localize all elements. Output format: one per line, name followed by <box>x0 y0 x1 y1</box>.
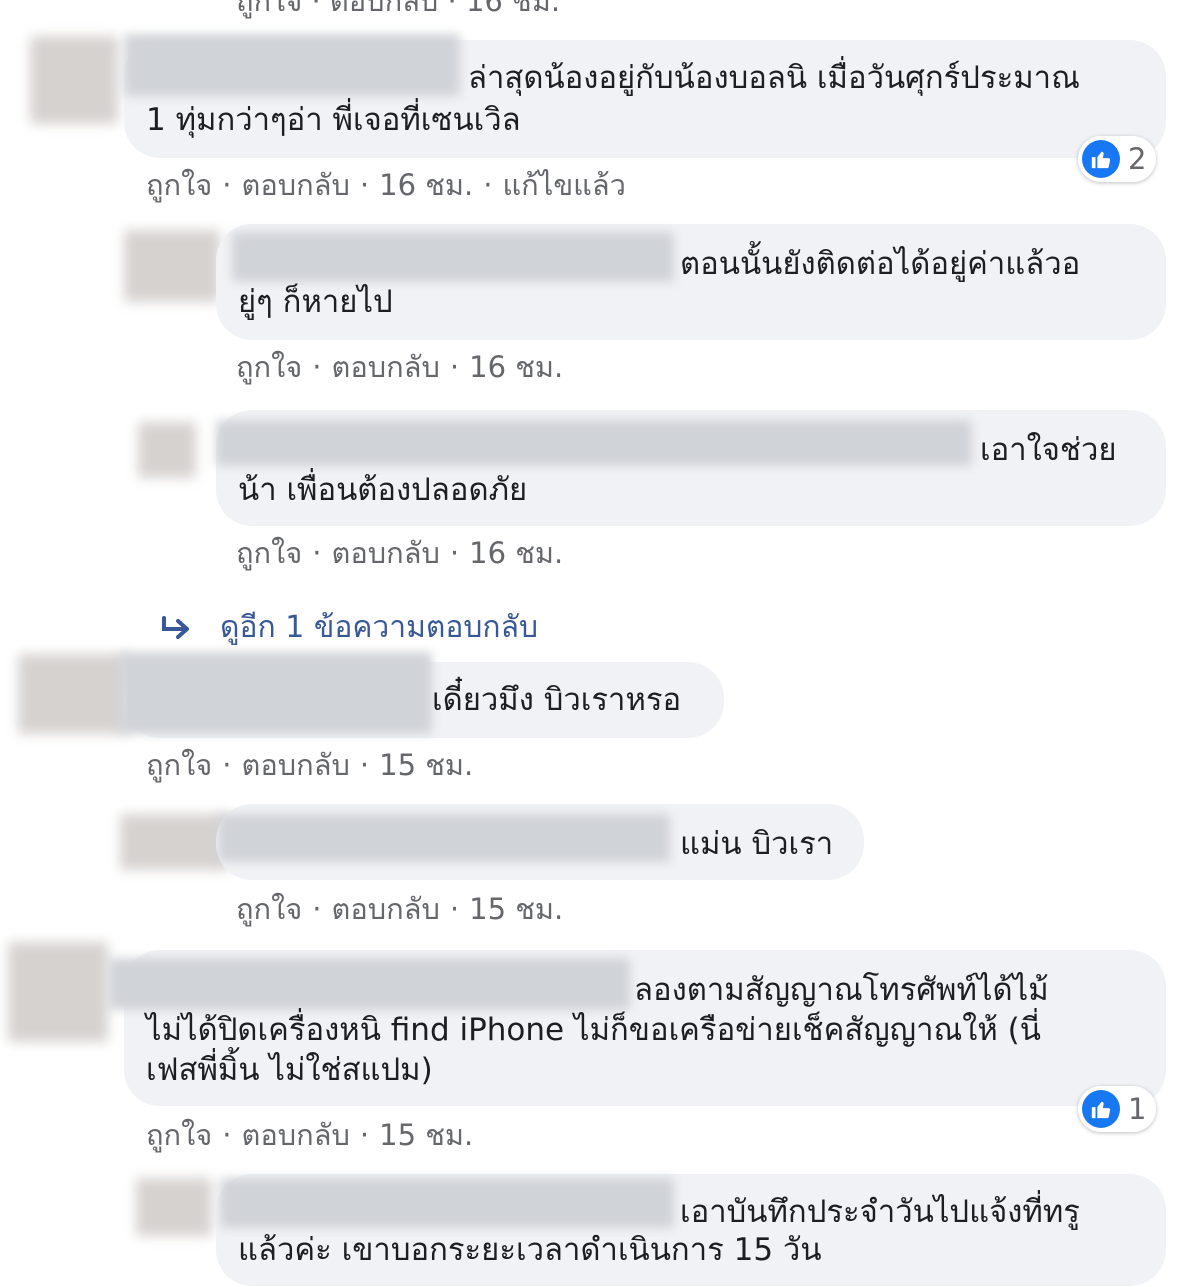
comment-text: เอาบันทึกประจำวันไปแจ้งที่ทรู <box>680 1194 1080 1230</box>
comment-text: แม่น บิวเรา <box>680 826 834 862</box>
avatar[interactable] <box>138 422 196 478</box>
separator: · <box>359 168 370 202</box>
commenter-name-blurred[interactable] <box>216 420 972 466</box>
comment-actions: ถูกใจ · ตอบกลับ · 16 ชม. <box>236 530 563 576</box>
like-link[interactable]: ถูกใจ <box>236 344 302 390</box>
like-link[interactable]: ถูกใจ <box>146 742 212 788</box>
reply-arrow-icon <box>162 615 189 639</box>
separator: · <box>449 536 460 570</box>
reply-link[interactable]: ตอบกลับ <box>332 886 440 932</box>
avatar[interactable] <box>30 36 118 124</box>
commenter-name-blurred[interactable] <box>218 814 670 862</box>
comment-text: ตอนนั้นยังติดต่อได้อยู่ค่าแล้วอ <box>680 246 1081 282</box>
reply-link[interactable]: ตอบกลับ <box>242 742 350 788</box>
comment-text: เดี๋ยวมึง บิวเราหรอ <box>432 682 682 718</box>
separator: · <box>483 168 493 202</box>
comment-text: แล้วค่ะ เขาบอกระยะเวลาดำเนินการ 15 วัน <box>238 1232 822 1268</box>
commenter-name-blurred[interactable] <box>232 232 674 282</box>
separator: · <box>312 892 322 926</box>
view-more-replies-link[interactable]: ดูอีก 1 ข้อความตอบกลับ <box>160 604 538 651</box>
reply-link[interactable]: ตอบกลับ <box>332 530 440 576</box>
reply-link[interactable]: ตอบกลับ <box>332 344 440 390</box>
comment-text: ยู่ๆ ก็หายไป <box>238 284 393 320</box>
like-link[interactable]: ถูกใจ <box>236 886 302 932</box>
comment-text: เฟสพี่มิ้น ไม่ใช่สแปม) <box>146 1052 433 1088</box>
separator: · <box>449 350 460 384</box>
like-link[interactable]: ถูกใจ <box>236 530 302 576</box>
separator: · <box>222 168 232 202</box>
comment-actions: ถูกใจ · ตอบกลับ · 15 ชม. <box>146 1112 473 1158</box>
comment-text: เอาใจช่วย <box>980 432 1117 468</box>
comment-text: 1 ทุ่มกว่าๆอ่า พี่เจอที่เซนเวิล <box>146 102 521 138</box>
view-more-replies-label: ดูอีก 1 ข้อความตอบกลับ <box>220 610 539 645</box>
comment-text: ลองตามสัญญาณโทรศัพท์ได้ไม้ <box>634 972 1049 1008</box>
avatar[interactable] <box>124 230 220 302</box>
avatar[interactable] <box>136 1178 212 1236</box>
thumbs-up-icon <box>1082 1090 1120 1128</box>
reaction-count: 1 <box>1128 1092 1147 1126</box>
avatar[interactable] <box>8 942 108 1042</box>
commenter-name-blurred[interactable] <box>220 1178 674 1228</box>
comment-text: ไม่ได้ปิดเครื่องหนิ find iPhone ไม่ก็ขอเ… <box>146 1012 1041 1048</box>
separator: · <box>449 892 460 926</box>
thumbs-up-icon <box>1082 140 1120 178</box>
commenter-name-blurred[interactable] <box>120 652 432 734</box>
reply-link[interactable]: ตอบกลับ <box>242 1112 350 1158</box>
avatar[interactable] <box>18 654 128 734</box>
timestamp[interactable]: 15 ชม. <box>379 1112 473 1158</box>
separator: · <box>312 536 322 570</box>
timestamp[interactable]: 16 ชม. <box>379 162 473 208</box>
comment-text: น้า เพื่อนต้องปลอดภัย <box>238 472 528 508</box>
comment-actions: ถูกใจ · ตอบกลับ · 16 ชม. <box>236 344 563 390</box>
reply-link[interactable]: ตอบกลับ <box>242 162 350 208</box>
reaction-badge[interactable]: 2 <box>1078 136 1157 182</box>
comment-actions: ถูกใจ · ตอบกลับ · 15 ชม. <box>146 742 473 788</box>
edited-label[interactable]: แก้ไขแล้ว <box>502 162 625 208</box>
comment-actions: ถูกใจ · ตอบกลับ · 16 ชม. · แก้ไขแล้ว <box>146 162 626 208</box>
separator: · <box>359 748 370 782</box>
commenter-name-blurred[interactable] <box>124 34 460 96</box>
partial-actions-text: ถูกใจ · ตอบกลับ · 16 ชม. <box>236 0 561 18</box>
timestamp[interactable]: 15 ชม. <box>379 742 473 788</box>
like-link[interactable]: ถูกใจ <box>146 1112 212 1158</box>
separator: · <box>312 350 322 384</box>
commenter-name-blurred[interactable] <box>108 958 630 1010</box>
timestamp[interactable]: 16 ชม. <box>469 344 563 390</box>
separator: · <box>222 748 232 782</box>
separator: · <box>359 1118 370 1152</box>
comment-text: ล่าสุดน้องอยู่กับน้องบอลนิ เมื่อวันศุกร์… <box>468 60 1080 96</box>
timestamp[interactable]: 15 ชม. <box>469 886 563 932</box>
separator: · <box>222 1118 232 1152</box>
comment-actions: ถูกใจ · ตอบกลับ · 15 ชม. <box>236 886 563 932</box>
avatar[interactable] <box>120 814 230 870</box>
comment-actions-partial: ถูกใจ · ตอบกลับ · 16 ชม. <box>236 0 560 24</box>
timestamp[interactable]: 16 ชม. <box>469 530 563 576</box>
like-link[interactable]: ถูกใจ <box>146 162 212 208</box>
reaction-count: 2 <box>1128 142 1147 176</box>
reaction-badge[interactable]: 1 <box>1078 1086 1157 1132</box>
